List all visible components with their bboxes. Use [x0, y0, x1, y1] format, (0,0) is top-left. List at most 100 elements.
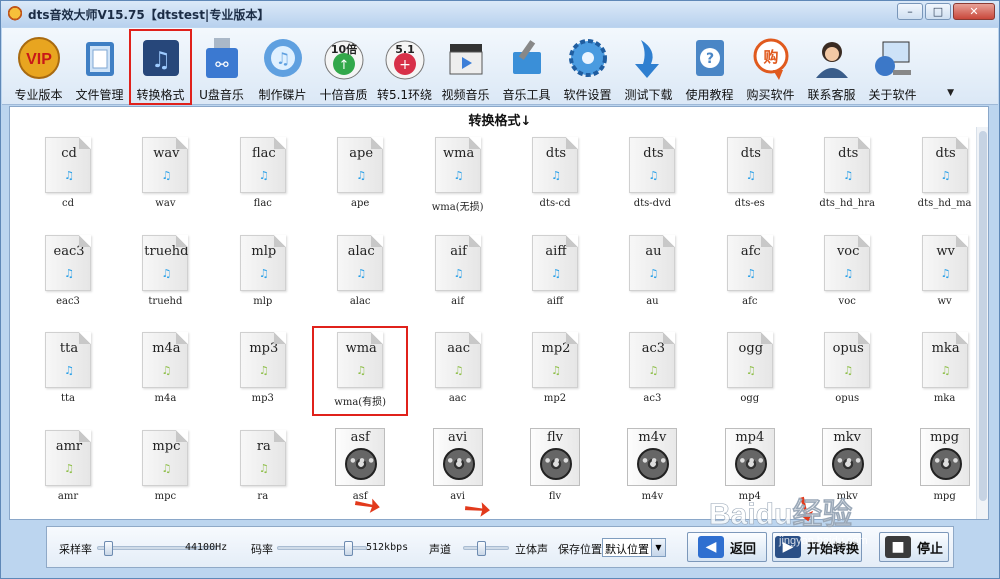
toolbar-button-8[interactable]: 音乐工具 — [496, 30, 557, 104]
format-item-eac3[interactable]: eac3 ♫ eac3 — [20, 229, 116, 319]
toolbar-button-4[interactable]: ♫ 制作碟片 — [252, 30, 313, 104]
music-note-icon: ♫ — [161, 266, 172, 280]
format-item-opus[interactable]: opus ♫ opus — [799, 326, 895, 416]
format-caption: wv — [937, 295, 952, 307]
close-button[interactable]: ✕ — [953, 3, 995, 20]
format-item-tta[interactable]: tta ♫ tta — [20, 326, 116, 416]
audio-file-icon: aac ♫ — [434, 332, 481, 388]
format-item-truehd[interactable]: truehd ♫ truehd — [117, 229, 213, 319]
audio-file-icon: mka ♫ — [921, 332, 968, 388]
format-item-alac[interactable]: alac ♫ alac — [312, 229, 408, 319]
format-item-voc[interactable]: voc ♫ voc — [799, 229, 895, 319]
format-item-mp3[interactable]: mp3 ♫ mp3 — [215, 326, 311, 416]
music-note-icon: ♫ — [258, 461, 269, 475]
audio-file-icon: wv ♫ — [921, 234, 968, 291]
format-item-dts_hd_hra[interactable]: dts ♫ dts_hd_hra — [799, 131, 895, 221]
format-item-mpc[interactable]: mpc ♫ mpc — [117, 424, 213, 514]
format-item-dts-dvd[interactable]: dts ♫ dts-dvd — [604, 131, 700, 221]
format-item-mlp[interactable]: mlp ♫ mlp — [215, 229, 311, 319]
toolbar-button-5[interactable]: 10倍 ↑ 十倍音质 — [313, 30, 374, 104]
format-ext: wma — [442, 146, 475, 161]
format-caption: ra — [257, 490, 269, 502]
format-ext: voc — [836, 243, 860, 259]
title-bar[interactable]: dts音效大师V15.75【dtstest|专业版本】 – □ ✕ — [1, 1, 999, 27]
format-caption: wma(有损) — [334, 397, 387, 408]
maximize-button[interactable]: □ — [925, 3, 951, 20]
format-ext: dts — [545, 146, 567, 161]
format-caption: voc — [838, 295, 856, 307]
format-item-aac[interactable]: aac ♫ aac — [410, 326, 506, 416]
film-reel-icon — [637, 447, 670, 480]
format-item-ac3[interactable]: ac3 ♫ ac3 — [604, 326, 700, 416]
toolbar-button-9[interactable]: 软件设置 — [557, 30, 618, 104]
format-item-amr[interactable]: amr ♫ amr — [20, 424, 116, 514]
format-caption: dts_hd_ma — [917, 198, 972, 209]
format-ext: wma — [345, 341, 377, 356]
toolbar-label: 软件设置 — [563, 88, 612, 102]
format-ext: mpg — [930, 429, 960, 445]
music-note-icon: ♫ — [843, 364, 854, 377]
format-item-m4a[interactable]: m4a ♫ m4a — [117, 326, 213, 416]
bitrate-slider[interactable] — [277, 541, 367, 556]
toolbar-label: 音乐工具 — [502, 88, 551, 102]
format-item-aiff[interactable]: aiff ♫ aiff — [507, 229, 603, 319]
format-item-wma(无损)[interactable]: wma ♫ wma(无损) — [410, 131, 506, 221]
format-ext: wav — [153, 146, 180, 161]
film-reel-icon — [929, 447, 962, 480]
film-reel-file-icon: asf — [335, 427, 386, 486]
format-ext: dts — [935, 146, 956, 161]
toolbar-button-6[interactable]: 5.1 + 转5.1环绕 — [374, 30, 435, 104]
vertical-scrollbar[interactable] — [976, 127, 988, 519]
format-item-ra[interactable]: ra ♫ ra — [215, 424, 311, 514]
format-item-aif[interactable]: aif ♫ aif — [410, 229, 506, 319]
toolbar-button-13[interactable]: 联系客服 — [801, 30, 862, 104]
toolbar-button-7[interactable]: 视频音乐 — [435, 30, 496, 104]
format-item-ape[interactable]: ape ♫ ape — [312, 131, 408, 221]
format-item-flv[interactable]: flv flv — [507, 424, 603, 514]
toolbar-button-0[interactable]: VIP 专业版本 — [8, 30, 69, 104]
format-ext: mp3 — [249, 341, 279, 356]
format-ext: cd — [61, 146, 77, 161]
format-item-au[interactable]: au ♫ au — [604, 229, 700, 319]
format-item-ogg[interactable]: ogg ♫ ogg — [702, 326, 798, 416]
save-location-value: 默认位置 — [605, 543, 649, 556]
format-item-dts-es[interactable]: dts ♫ dts-es — [702, 131, 798, 221]
format-item-wma(有损)[interactable]: wma ♫ wma(有损) — [312, 326, 409, 416]
bitrate-slider-knob[interactable] — [344, 541, 353, 556]
toolbar-button-11[interactable]: ? 使用教程 — [679, 30, 740, 104]
format-item-flac[interactable]: flac ♫ flac — [215, 131, 311, 221]
format-caption: alac — [349, 295, 371, 307]
format-ext: ac3 — [641, 341, 666, 356]
toolbar-button-1[interactable]: 文件管理 — [69, 30, 130, 104]
bitrate-value: 512kbps — [366, 542, 409, 553]
toolbar-button-12[interactable]: 购购买软件 — [740, 30, 801, 104]
format-ext: asf — [350, 429, 370, 445]
toolbar-button-10[interactable]: 测试下载 — [618, 30, 679, 104]
format-item-wav[interactable]: wav ♫ wav — [117, 131, 213, 221]
film-reel-icon — [345, 447, 378, 480]
channel-slider[interactable] — [463, 541, 509, 556]
svg-text:?: ? — [705, 51, 713, 67]
format-item-afc[interactable]: afc ♫ afc — [702, 229, 798, 319]
window-controls: – □ ✕ — [897, 3, 995, 20]
toolbar-button-2[interactable]: ♫ 转换格式 — [129, 29, 192, 105]
format-ext: au — [645, 243, 662, 259]
scrollbar-thumb[interactable] — [979, 131, 987, 501]
toolbar-overflow-icon[interactable]: ▼ — [947, 88, 954, 98]
svg-text:5.1: 5.1 — [395, 43, 415, 56]
sample-rate-slider-knob[interactable] — [104, 541, 113, 556]
format-item-m4v[interactable]: m4v m4v — [604, 424, 700, 514]
format-item-mp2[interactable]: mp2 ♫ mp2 — [507, 326, 603, 416]
save-location-select[interactable]: 默认位置 ▼ — [602, 538, 666, 557]
toolbar-button-14[interactable]: 关于软件 — [862, 30, 923, 104]
format-item-dts-cd[interactable]: dts ♫ dts-cd — [507, 131, 603, 221]
channel-slider-knob[interactable] — [477, 541, 486, 556]
chevron-down-icon[interactable]: ▼ — [651, 539, 665, 556]
music-note-icon: ♫ — [161, 169, 172, 182]
format-item-cd[interactable]: cd ♫ cd — [20, 131, 116, 221]
toolbar-button-3[interactable]: ⚯ U盘音乐 — [191, 30, 252, 104]
audio-file-icon: tta ♫ — [45, 332, 91, 388]
format-caption: aiff — [546, 295, 564, 307]
minimize-button[interactable]: – — [897, 3, 923, 20]
format-ext: aiff — [545, 243, 567, 259]
